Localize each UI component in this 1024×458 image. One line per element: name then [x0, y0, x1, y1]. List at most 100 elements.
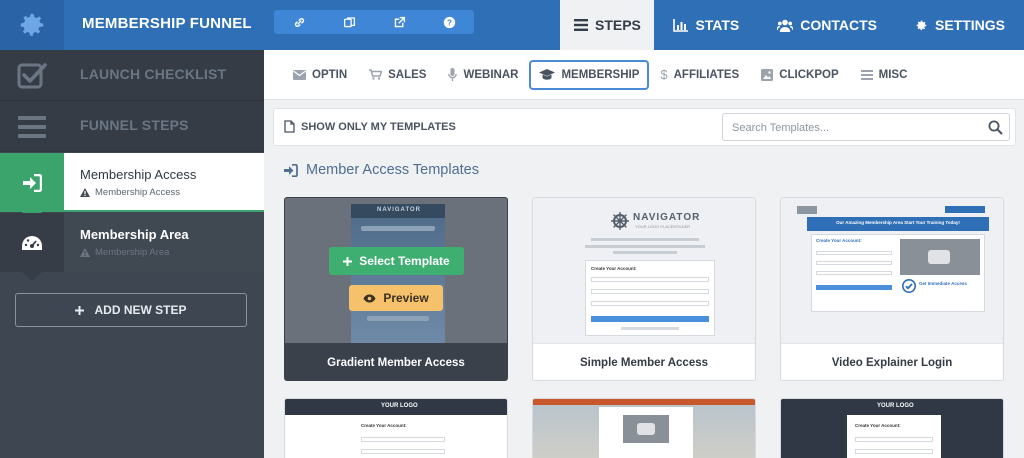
thumbnail-logo-text: NAVIGATOR [377, 207, 422, 213]
tab-sales-label: SALES [388, 68, 427, 81]
show-only-my-templates-toggle[interactable]: SHOW ONLY MY TEMPLATES [284, 120, 456, 133]
tab-misc-label: MISC [878, 68, 908, 81]
funnel-steps-label: FUNNEL STEPS [80, 117, 189, 133]
eye-icon [363, 294, 376, 302]
helm-logo-icon [611, 212, 629, 230]
template-name: Video Explainer Login [781, 343, 1003, 380]
users-icon [777, 19, 794, 32]
copy-link-button[interactable] [274, 10, 324, 34]
microphone-icon [448, 68, 458, 81]
add-new-step-label: ADD NEW STEP [94, 303, 187, 317]
envelope-icon [293, 69, 306, 80]
graduation-cap-icon [539, 69, 556, 80]
section-title: Member Access Templates [283, 162, 479, 178]
open-funnel-button[interactable] [374, 10, 424, 34]
tab-contacts[interactable]: CONTACTS [758, 0, 896, 50]
gear-icon [20, 13, 44, 36]
tab-stats[interactable]: STATS [654, 0, 758, 50]
preview-label: Preview [383, 291, 429, 305]
step-type: Membership Access [95, 187, 181, 198]
steps-list-icon [573, 19, 588, 31]
sidebar-item-launch-checklist[interactable]: LAUNCH CHECKLIST [0, 50, 264, 101]
step-caret [22, 272, 42, 281]
tab-affiliates-label: AFFILIATES [673, 68, 740, 81]
search-icon[interactable] [988, 120, 1003, 135]
section-title-text: Member Access Templates [306, 162, 479, 178]
copy-icon [343, 16, 355, 27]
template-card-simple-member-access[interactable]: NAVIGATOR YOUR LOGO PLACEHOLDER Create Y… [532, 197, 756, 381]
template-thumbnail: NAVIGATOR Select Template Preview [285, 198, 507, 343]
list-icon [18, 115, 46, 138]
warning-icon [80, 248, 90, 257]
template-card-video-explainer-login[interactable]: Our Amazing Membership Area Start Your T… [780, 197, 1004, 381]
tab-membership[interactable]: MEMBERSHIP [529, 59, 650, 90]
search-placeholder: Search Templates... [732, 122, 830, 134]
step-type: Membership Area [95, 247, 170, 258]
clone-button[interactable] [324, 10, 374, 34]
thumbnail-video [900, 239, 980, 275]
thumbnail-logo-text: YOUR LOGO [381, 403, 418, 409]
plus-icon [343, 256, 353, 266]
sidebar-item-funnel-steps[interactable]: FUNNEL STEPS [0, 101, 264, 152]
sidebar: LAUNCH CHECKLIST FUNNEL STEPS Membership… [0, 50, 264, 458]
top-bar: MEMBERSHIP FUNNEL ? STEPS STATS CONTACTS [0, 0, 1024, 50]
tab-stats-label: STATS [695, 17, 740, 33]
thumbnail-form-title: Create Your Account: [361, 423, 407, 428]
tab-misc[interactable]: MISC [850, 60, 919, 90]
add-new-step-button[interactable]: ADD NEW STEP [15, 293, 247, 327]
show-only-my-templates-label: SHOW ONLY MY TEMPLATES [301, 120, 456, 133]
thumbnail-logo-sub: YOUR LOGO PLACEHOLDER [635, 224, 691, 229]
thumbnail-form-title: Create Your Account: [855, 423, 901, 428]
tab-contacts-label: CONTACTS [800, 17, 877, 33]
thumbnail-form-title: Create Your Account: [591, 266, 637, 271]
template-thumbnail: YOUR LOGO Create Your Account: [285, 399, 507, 458]
help-icon: ? [443, 16, 455, 28]
funnel-step-membership-area[interactable]: Membership Area Membership Area [0, 213, 264, 272]
tab-webinar[interactable]: WEBINAR [437, 60, 529, 90]
tab-sales[interactable]: SALES [358, 60, 437, 90]
funnel-settings-button[interactable] [0, 0, 64, 50]
checklist-icon [17, 62, 47, 88]
bar-chart-icon [673, 18, 689, 32]
template-thumbnail: NAVIGATOR YOUR LOGO PLACEHOLDER Create Y… [533, 198, 755, 343]
cart-icon [369, 69, 383, 80]
template-card[interactable] [532, 398, 756, 458]
dashboard-icon [22, 235, 42, 250]
dollar-icon: $ [660, 67, 668, 82]
document-icon [284, 120, 295, 133]
tab-steps[interactable]: STEPS [560, 0, 655, 50]
preview-button[interactable]: Preview [349, 285, 443, 311]
template-category-tabs: OPTIN SALES WEBINAR MEMBERSHIP $ AFFILIA… [264, 50, 1024, 100]
top-nav: STEPS STATS CONTACTS SETTINGS [560, 0, 1024, 50]
tab-optin[interactable]: OPTIN [282, 60, 358, 90]
tab-settings-label: SETTINGS [934, 17, 1005, 33]
list-icon [860, 69, 873, 80]
tab-affiliates[interactable]: $ AFFILIATES [649, 60, 750, 90]
search-templates-input[interactable]: Search Templates... [722, 113, 1010, 141]
link-icon [294, 17, 304, 27]
plus-icon [75, 305, 85, 315]
tab-clickpop[interactable]: CLICKPOP [750, 60, 849, 90]
select-template-button[interactable]: Select Template [329, 247, 464, 275]
tab-webinar-label: WEBINAR [463, 68, 519, 81]
template-thumbnail [533, 399, 755, 458]
help-button[interactable]: ? [424, 10, 474, 34]
funnel-step-membership-access[interactable]: Membership Access Membership Access [0, 153, 264, 212]
template-name: Gradient Member Access [285, 343, 507, 380]
sign-in-icon [23, 173, 42, 192]
thumbnail-headline: Our Amazing Membership Area Start Your T… [836, 220, 960, 225]
template-card[interactable]: YOUR LOGO Create Your Account: [780, 398, 1004, 458]
tab-settings[interactable]: SETTINGS [896, 0, 1024, 50]
step-name: Membership Access [80, 167, 197, 182]
launch-checklist-label: LAUNCH CHECKLIST [80, 66, 227, 82]
warning-icon [80, 188, 90, 197]
funnel-title: MEMBERSHIP FUNNEL [82, 15, 252, 32]
tab-clickpop-label: CLICKPOP [779, 68, 839, 81]
tab-steps-label: STEPS [594, 17, 641, 33]
template-card[interactable]: YOUR LOGO Create Your Account: [284, 398, 508, 458]
thumbnail-logo-text: NAVIGATOR [633, 212, 701, 223]
external-link-icon [394, 16, 405, 27]
check-circle-icon [902, 279, 916, 293]
template-card-gradient-member-access[interactable]: NAVIGATOR Select Template Preview Gradie… [284, 197, 508, 381]
thumbnail-access-text: Get Immediate Access [919, 281, 967, 286]
